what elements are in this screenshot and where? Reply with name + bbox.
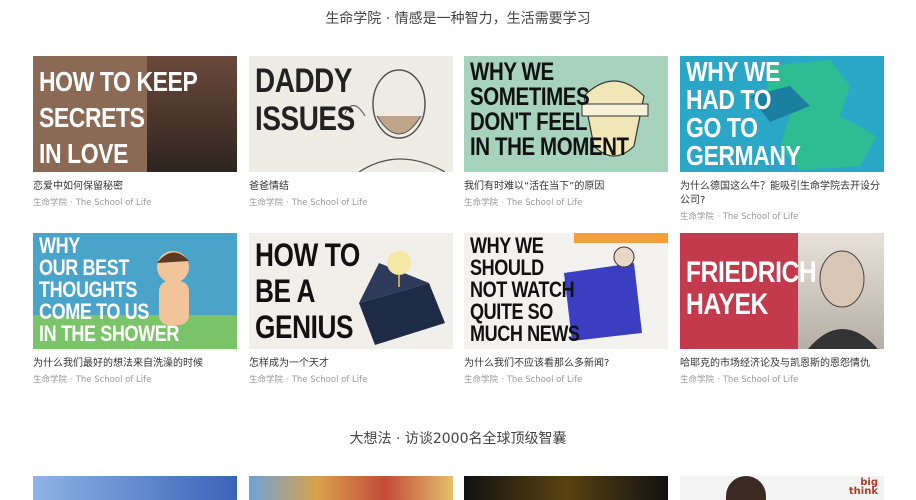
video-source: 生命学院 [680, 212, 715, 222]
video-title[interactable]: 为什么德国这么牛？能吸引生命学院去开设分公司? [680, 180, 884, 208]
video-thumbnail[interactable]: WHY WE SHOULD NOT WATCH QUITE SO MUCH NE… [464, 233, 668, 349]
speaker-head [726, 476, 766, 500]
video-meta: 生命学院 · The School of Life [680, 375, 799, 385]
thumbnail-headline: WHY WE HAD TO GO TO GERMANY [686, 56, 801, 171]
thumbnail-headline: WHY WE SHOULD NOT WATCH QUITE SO MUCH NE… [470, 233, 580, 346]
video-channel: The School of Life [75, 375, 152, 385]
video-channel: The School of Life [291, 375, 368, 385]
thumbnail-headline: FRIEDRICH HAYEK [686, 256, 817, 321]
video-title[interactable]: 为什么我们最好的想法来自洗澡的时候 [33, 357, 237, 371]
video-thumbnail[interactable]: HOW TO BE A GENIUS [249, 233, 453, 349]
video-title[interactable]: 爸爸情结 [249, 180, 453, 194]
video-card[interactable]: WHY WE HAD TO GO TO GERMANY 为什么德国这么牛？能吸引… [680, 56, 884, 222]
video-title[interactable]: 我们有时难以“活在当下”的原因 [464, 180, 668, 194]
video-thumbnail[interactable]: HOW TO KEEP SECRETS IN LOVE [33, 56, 237, 172]
video-card[interactable]: FRIEDRICH HAYEK 哈耶克的市场经济论及与凯恩斯的恩怨情仇 生命学院… [680, 233, 884, 385]
video-thumbnail[interactable] [249, 476, 453, 500]
video-thumbnail[interactable]: big think [680, 476, 884, 500]
video-thumbnail[interactable]: FRIEDRICH HAYEK [680, 233, 884, 349]
thumbnail-headline: HOW TO KEEP SECRETS IN LOVE [39, 66, 198, 169]
video-channel: The School of Life [722, 375, 799, 385]
video-card[interactable]: HOW TO BE A GENIUS 怎样成为一个天才 生命学院 · The Sch… [249, 233, 453, 385]
thumbnail-headline: DADDY ISSUES [255, 62, 355, 138]
video-source: 生命学院 [33, 375, 68, 385]
video-card[interactable]: WHY WE SOMETIMES DON'T FEEL IN THE MOMEN… [464, 56, 668, 208]
video-channel: The School of Life [506, 375, 583, 385]
video-source: 生命学院 [249, 375, 284, 385]
video-meta: 生命学院 · The School of Life [249, 375, 368, 385]
video-thumbnail[interactable]: WHY WE SOMETIMES DON'T FEEL IN THE MOMEN… [464, 56, 668, 172]
video-meta: 生命学院 · The School of Life [33, 198, 152, 208]
thumbnail-headline: WHY OUR BEST THOUGHTS COME TO US IN THE … [39, 233, 180, 346]
video-source: 生命学院 [464, 198, 499, 208]
thumbnail-headline: HOW TO BE A GENIUS [255, 237, 360, 345]
video-meta: 生命学院 · The School of Life [680, 212, 799, 222]
video-thumbnail[interactable]: WHY WE HAD TO GO TO GERMANY [680, 56, 884, 172]
section-title-school-of-life: 生命学院 · 情感是一种智力，生活需要学习 [325, 11, 591, 27]
video-source: 生命学院 [33, 198, 68, 208]
video-thumbnail[interactable]: DADDY ISSUES [249, 56, 453, 172]
video-card[interactable]: DADDY ISSUES 爸爸情结 生命学院 · The School of Lif… [249, 56, 453, 208]
video-channel: The School of Life [291, 198, 368, 208]
video-thumbnail[interactable]: WHY OUR BEST THOUGHTS COME TO US IN THE … [33, 233, 237, 349]
video-title[interactable]: 怎样成为一个天才 [249, 357, 453, 371]
video-title[interactable]: 为什么我们不应该看那么多新闻? [464, 357, 668, 371]
video-card[interactable]: WHY OUR BEST THOUGHTS COME TO US IN THE … [33, 233, 237, 385]
video-title[interactable]: 恋爱中如何保留秘密 [33, 180, 237, 194]
video-card[interactable]: WHY WE SHOULD NOT WATCH QUITE SO MUCH NE… [464, 233, 668, 385]
video-meta: 生命学院 · The School of Life [464, 375, 583, 385]
video-source: 生命学院 [249, 198, 284, 208]
video-meta: 生命学院 · The School of Life [249, 198, 368, 208]
video-channel: The School of Life [722, 212, 799, 222]
video-channel: The School of Life [506, 198, 583, 208]
section-title-big-think: 大想法 · 访谈2000名全球顶级智囊 [349, 431, 567, 447]
video-source: 生命学院 [680, 375, 715, 385]
video-source: 生命学院 [464, 375, 499, 385]
video-channel: The School of Life [75, 198, 152, 208]
video-card[interactable]: HOW TO KEEP SECRETS IN LOVE 恋爱中如何保留秘密 生命… [33, 56, 237, 208]
video-meta: 生命学院 · The School of Life [33, 375, 152, 385]
video-thumbnail[interactable] [464, 476, 668, 500]
video-title[interactable]: 哈耶克的市场经济论及与凯恩斯的恩怨情仇 [680, 357, 884, 371]
big-think-logo: big think [848, 477, 878, 497]
video-meta: 生命学院 · The School of Life [464, 198, 583, 208]
video-thumbnail[interactable] [33, 476, 237, 500]
thumbnail-headline: WHY WE SOMETIMES DON'T FEEL IN THE MOMEN… [470, 58, 629, 161]
